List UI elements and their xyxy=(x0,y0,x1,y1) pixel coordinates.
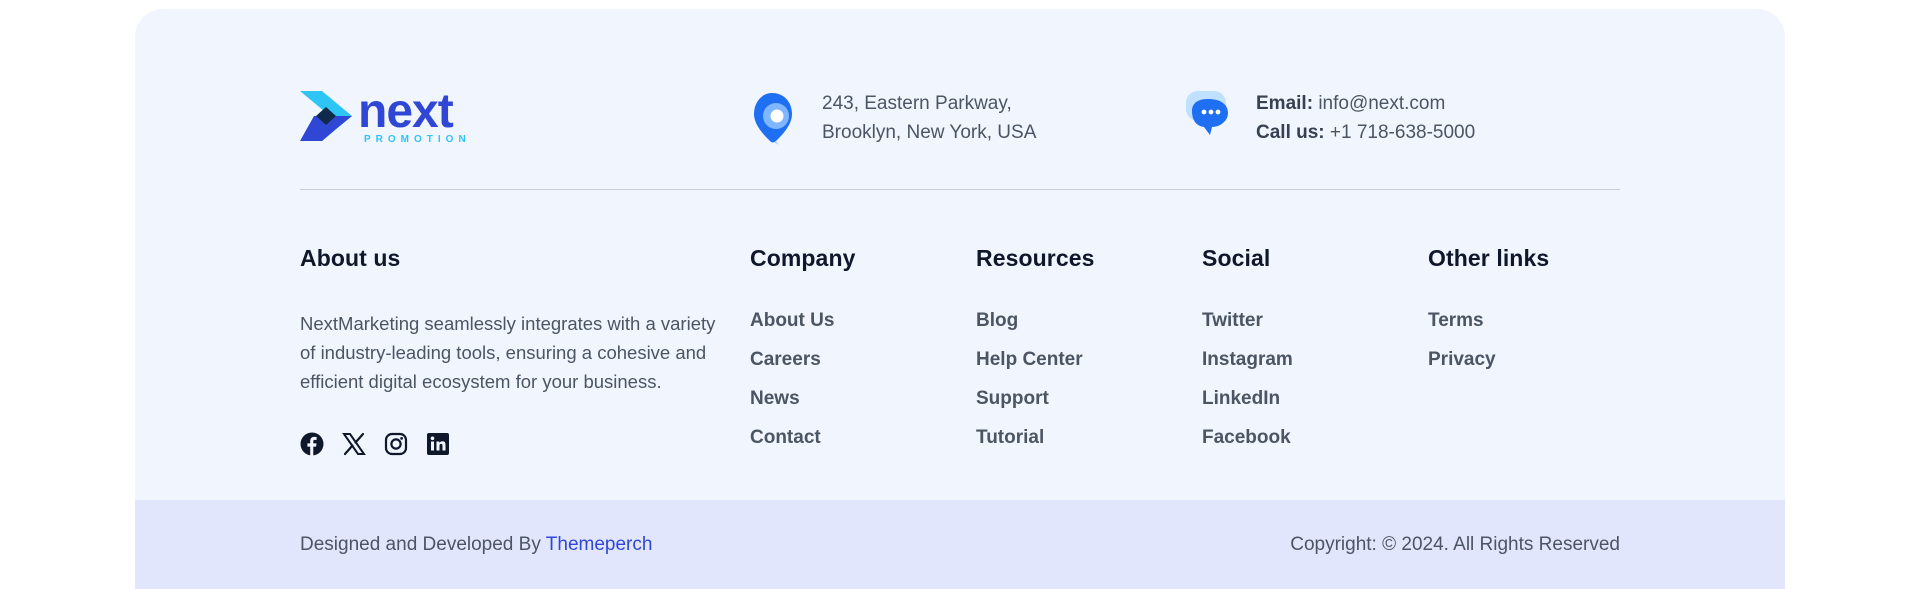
link-linkedin[interactable]: LinkedIn xyxy=(1202,387,1293,410)
location-pin-icon xyxy=(750,89,798,145)
social-column: Social Twitter Instagram LinkedIn Facebo… xyxy=(1202,245,1293,465)
company-column: Company About Us Careers News Contact xyxy=(750,245,856,465)
link-facebook[interactable]: Facebook xyxy=(1202,426,1293,449)
credit-prefix: Designed and Developed By xyxy=(300,534,541,555)
brand-wordmark: next xyxy=(358,87,454,138)
brand-tagline: PROMOTION xyxy=(364,134,471,145)
company-title: Company xyxy=(750,245,856,271)
link-terms[interactable]: Terms xyxy=(1428,309,1549,332)
link-support[interactable]: Support xyxy=(976,387,1095,410)
contact-block: Email: info@next.com Call us: +1 718-638… xyxy=(1184,89,1475,147)
footer: next PROMOTION 243, Eastern Parkway, Bro… xyxy=(135,9,1785,589)
footer-bottom-bar: Designed and Developed By Themeperch Cop… xyxy=(135,500,1785,589)
about-text: NextMarketing seamlessly integrates with… xyxy=(300,313,716,392)
email-value[interactable]: info@next.com xyxy=(1318,93,1445,114)
link-help-center[interactable]: Help Center xyxy=(976,348,1095,371)
about-column: About us NextMarketing seamlessly integr… xyxy=(300,245,730,456)
resources-title: Resources xyxy=(976,245,1095,271)
link-instagram[interactable]: Instagram xyxy=(1202,348,1293,371)
facebook-icon[interactable] xyxy=(300,432,324,456)
instagram-icon[interactable] xyxy=(384,432,408,456)
link-careers[interactable]: Careers xyxy=(750,348,856,371)
email-line[interactable]: Email: info@next.com xyxy=(1256,89,1475,118)
brand-logo[interactable]: next PROMOTION xyxy=(300,87,490,145)
phone-label: Call us: xyxy=(1256,122,1325,143)
resources-column: Resources Blog Help Center Support Tutor… xyxy=(976,245,1095,465)
link-twitter[interactable]: Twitter xyxy=(1202,309,1293,332)
link-about-us[interactable]: About Us xyxy=(750,309,856,332)
link-tutorial[interactable]: Tutorial xyxy=(976,426,1095,449)
linkedin-icon[interactable] xyxy=(426,432,450,456)
footer-inner: next PROMOTION 243, Eastern Parkway, Bro… xyxy=(300,9,1620,499)
about-title: About us xyxy=(300,245,401,271)
social-title: Social xyxy=(1202,245,1271,271)
link-news[interactable]: News xyxy=(750,387,856,410)
copyright-text: Copyright: © 2024. All Rights Reserved xyxy=(1290,534,1620,555)
phone-line[interactable]: Call us: +1 718-638-5000 xyxy=(1256,118,1475,147)
social-icons xyxy=(300,432,730,456)
phone-value[interactable]: +1 718-638-5000 xyxy=(1330,122,1475,143)
footer-divider xyxy=(300,189,1620,190)
x-twitter-icon[interactable] xyxy=(342,432,366,456)
link-contact[interactable]: Contact xyxy=(750,426,856,449)
link-blog[interactable]: Blog xyxy=(976,309,1095,332)
chat-bubble-icon xyxy=(1184,89,1232,145)
address-line-2: Brooklyn, New York, USA xyxy=(822,122,1037,143)
link-privacy[interactable]: Privacy xyxy=(1428,348,1549,371)
credit-text: Designed and Developed By Themeperch xyxy=(300,534,652,556)
other-links-title: Other links xyxy=(1428,245,1550,271)
email-label: Email: xyxy=(1256,93,1314,114)
address-block: 243, Eastern Parkway, Brooklyn, New York… xyxy=(750,89,1036,147)
themeperch-link[interactable]: Themeperch xyxy=(546,534,653,555)
address-line-1: 243, Eastern Parkway, xyxy=(822,93,1012,114)
other-links-column: Other links Terms Privacy xyxy=(1428,245,1549,387)
